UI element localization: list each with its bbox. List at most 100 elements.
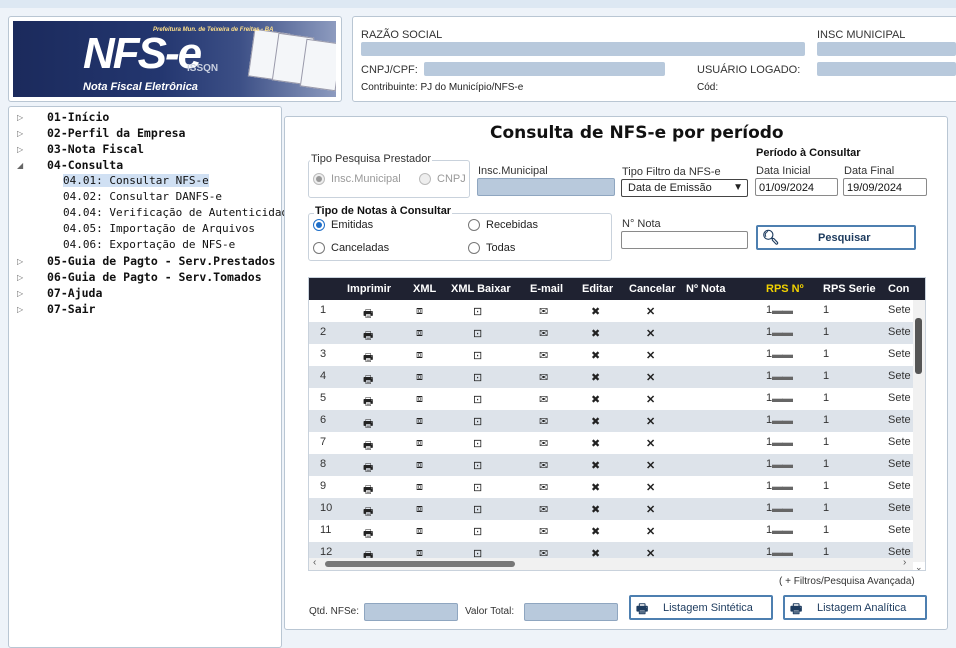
submenu-verificacao[interactable]: 04.04: Verificação de Autenticidade [63, 206, 295, 219]
menu-item-inicio[interactable]: 01-Início [47, 110, 109, 124]
xml-icon[interactable]: ⧈ [416, 327, 423, 340]
email-icon[interactable]: ✉ [539, 415, 548, 428]
xml-download-icon[interactable]: ⊡ [473, 393, 482, 406]
email-icon[interactable]: ✉ [539, 481, 548, 494]
data-final-input[interactable]: 19/09/2024 [843, 178, 927, 196]
scrollbar-thumb[interactable] [915, 318, 922, 374]
cancel-icon[interactable]: ✕ [646, 371, 655, 384]
xml-icon[interactable]: ⧈ [416, 415, 423, 428]
email-icon[interactable]: ✉ [539, 327, 548, 340]
expand-arrow-icon[interactable]: ▷ [17, 273, 23, 282]
cancel-icon[interactable]: ✕ [646, 393, 655, 406]
cancel-icon[interactable]: ✕ [646, 327, 655, 340]
scroll-down-icon[interactable]: ⌄ [915, 562, 923, 570]
radio-todas[interactable] [468, 242, 480, 254]
submenu-exportacao[interactable]: 04.06: Exportação de NFS-e [63, 238, 235, 251]
menu-item-nota-fiscal[interactable]: 03-Nota Fiscal [47, 142, 144, 156]
xml-download-icon[interactable]: ⊡ [473, 437, 482, 450]
radio-cnpj[interactable] [419, 173, 431, 185]
xml-icon[interactable]: ⧈ [416, 503, 423, 516]
expand-arrow-icon[interactable]: ▷ [17, 129, 23, 138]
cancel-icon[interactable]: ✕ [646, 349, 655, 362]
edit-tools-icon[interactable]: ✖ [591, 415, 600, 428]
expand-arrow-icon[interactable]: ▷ [17, 113, 23, 122]
xml-icon[interactable]: ⧈ [416, 481, 423, 494]
edit-tools-icon[interactable]: ✖ [591, 393, 600, 406]
menu-item-guia-prestados[interactable]: 05-Guia de Pagto - Serv.Prestados [47, 254, 275, 268]
horizontal-scrollbar[interactable]: ‹ › [309, 557, 913, 570]
menu-item-ajuda[interactable]: 07-Ajuda [47, 286, 102, 300]
xml-download-icon[interactable]: ⊡ [473, 327, 482, 340]
collapse-arrow-icon[interactable]: ◢ [17, 161, 23, 170]
cancel-icon[interactable]: ✕ [646, 503, 655, 516]
col-rps[interactable]: RPS Nº [766, 283, 804, 295]
radio-emitidas[interactable] [313, 219, 325, 231]
edit-tools-icon[interactable]: ✖ [591, 327, 600, 340]
vertical-scrollbar[interactable]: ⌄ [913, 300, 925, 570]
email-icon[interactable]: ✉ [539, 525, 548, 538]
submenu-importacao[interactable]: 04.05: Importação de Arquivos [63, 222, 255, 235]
expand-arrow-icon[interactable]: ▷ [17, 305, 23, 314]
xml-download-icon[interactable]: ⊡ [473, 459, 482, 472]
email-icon[interactable]: ✉ [539, 437, 548, 450]
email-icon[interactable]: ✉ [539, 349, 548, 362]
xml-icon[interactable]: ⧈ [416, 525, 423, 538]
edit-tools-icon[interactable]: ✖ [591, 349, 600, 362]
xml-download-icon[interactable]: ⊡ [473, 503, 482, 516]
cancel-icon[interactable]: ✕ [646, 415, 655, 428]
xml-icon[interactable]: ⧈ [416, 393, 423, 406]
scroll-right-icon[interactable]: › [903, 557, 906, 568]
cancel-icon[interactable]: ✕ [646, 459, 655, 472]
edit-tools-icon[interactable]: ✖ [591, 481, 600, 494]
menu-item-perfil[interactable]: 02-Perfil da Empresa [47, 126, 185, 140]
cancel-icon[interactable]: ✕ [646, 437, 655, 450]
xml-icon[interactable]: ⧈ [416, 371, 423, 384]
radio-insc-municipal[interactable] [313, 173, 325, 185]
email-icon[interactable]: ✉ [539, 503, 548, 516]
menu-item-consulta[interactable]: 04-Consulta [47, 158, 123, 172]
edit-tools-icon[interactable]: ✖ [591, 371, 600, 384]
xml-download-icon[interactable]: ⊡ [473, 349, 482, 362]
expand-arrow-icon[interactable]: ▷ [17, 145, 23, 154]
menu-item-guia-tomados[interactable]: 06-Guia de Pagto - Serv.Tomados [47, 270, 262, 284]
email-icon[interactable]: ✉ [539, 459, 548, 472]
xml-icon[interactable]: ⧈ [416, 437, 423, 450]
edit-tools-icon[interactable]: ✖ [591, 503, 600, 516]
tipo-filtro-select[interactable]: Data de Emissão ▼ [621, 179, 748, 197]
xml-icon[interactable]: ⧈ [416, 459, 423, 472]
submenu-consultar-danfse[interactable]: 04.02: Consultar DANFS-e [63, 190, 222, 203]
filtros-avancados-link[interactable]: ( + Filtros/Pesquisa Avançada) [779, 576, 915, 587]
radio-canceladas[interactable] [313, 242, 325, 254]
xml-icon[interactable]: ⧈ [416, 349, 423, 362]
row-number: 12 [320, 546, 333, 558]
menu-item-sair[interactable]: 07-Sair [47, 302, 95, 316]
data-inicial-input[interactable]: 01/09/2024 [755, 178, 838, 196]
scrollbar-thumb[interactable] [325, 561, 515, 567]
expand-arrow-icon[interactable]: ▷ [17, 289, 23, 298]
email-icon[interactable]: ✉ [539, 393, 548, 406]
listagem-sintetica-button[interactable]: 🖶 Listagem Sintética [629, 595, 773, 620]
pesquisar-button[interactable]: 🔍︎ Pesquisar [756, 225, 916, 250]
xml-download-icon[interactable]: ⊡ [473, 415, 482, 428]
nota-input[interactable] [621, 231, 748, 249]
scroll-left-icon[interactable]: ‹ [313, 557, 316, 568]
cancel-icon[interactable]: ✕ [646, 305, 655, 318]
xml-download-icon[interactable]: ⊡ [473, 371, 482, 384]
edit-tools-icon[interactable]: ✖ [591, 459, 600, 472]
submenu-consultar-nfse[interactable]: 04.01: Consultar NFS-e [63, 174, 209, 187]
email-icon[interactable]: ✉ [539, 371, 548, 384]
xml-download-icon[interactable]: ⊡ [473, 305, 482, 318]
xml-download-icon[interactable]: ⊡ [473, 525, 482, 538]
listagem-analitica-button[interactable]: 🖶 Listagem Analítica [783, 595, 927, 620]
xml-download-icon[interactable]: ⊡ [473, 481, 482, 494]
cancel-icon[interactable]: ✕ [646, 525, 655, 538]
expand-arrow-icon[interactable]: ▷ [17, 257, 23, 266]
edit-tools-icon[interactable]: ✖ [591, 305, 600, 318]
email-icon[interactable]: ✉ [539, 305, 548, 318]
insc-municipal-input[interactable] [477, 178, 615, 196]
radio-recebidas[interactable] [468, 219, 480, 231]
edit-tools-icon[interactable]: ✖ [591, 437, 600, 450]
edit-tools-icon[interactable]: ✖ [591, 525, 600, 538]
cancel-icon[interactable]: ✕ [646, 481, 655, 494]
xml-icon[interactable]: ⧈ [416, 305, 423, 318]
